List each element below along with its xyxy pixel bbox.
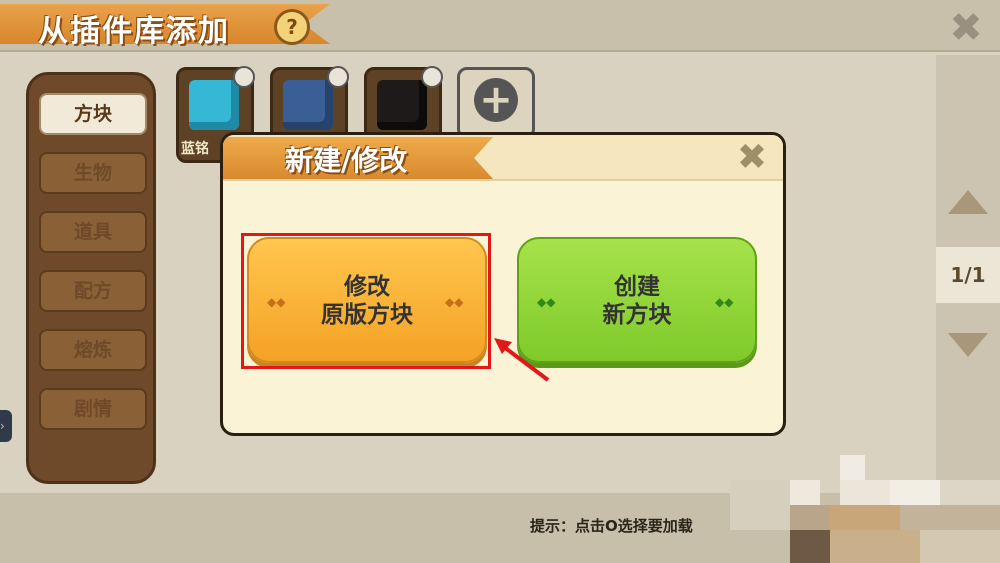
plugin-library-screen: 从插件库添加 ? ✖ 方块 生物 道具 配方 熔炼 剧情 蓝铭 + 1/1 › … <box>0 0 1000 563</box>
select-badge[interactable] <box>327 66 349 88</box>
page-title: 从插件库添加 <box>38 14 230 49</box>
plus-icon: + <box>474 78 518 122</box>
diamond-decor-icon: ◆◆ <box>537 295 556 309</box>
dialog-title: 新建/修改 <box>285 144 408 177</box>
sidebar-item-smelting[interactable]: 熔炼 <box>39 329 147 371</box>
highlight-box <box>241 233 491 369</box>
diamond-block-icon <box>189 80 239 130</box>
sidebar-item-items[interactable]: 道具 <box>39 211 147 253</box>
sidebar-item-blocks[interactable]: 方块 <box>39 93 147 135</box>
mosaic-watermark <box>730 455 1000 563</box>
sidebar-item-creatures[interactable]: 生物 <box>39 152 147 194</box>
category-sidebar: 方块 生物 道具 配方 熔炼 剧情 <box>26 72 156 484</box>
add-block-button[interactable]: + <box>457 67 535 139</box>
pointer-arrow-icon <box>494 338 550 382</box>
select-badge[interactable] <box>421 66 443 88</box>
tile-label: 蓝铭 <box>181 141 209 157</box>
side-expand-tab[interactable]: › <box>0 410 12 442</box>
page-up-icon[interactable] <box>948 190 988 214</box>
select-badge[interactable] <box>233 66 255 88</box>
lapis-block-icon <box>283 80 333 130</box>
page-indicator: 1/1 <box>936 247 1000 303</box>
close-icon[interactable]: ✖ <box>948 8 984 48</box>
sidebar-item-recipes[interactable]: 配方 <box>39 270 147 312</box>
help-button[interactable]: ? <box>274 9 310 45</box>
obsidian-block-icon <box>377 80 427 130</box>
dialog-close-icon[interactable]: ✖ <box>735 140 769 176</box>
sidebar-item-story[interactable]: 剧情 <box>39 388 147 430</box>
diamond-decor-icon: ◆◆ <box>715 295 734 309</box>
page-down-icon[interactable] <box>948 333 988 357</box>
hint-text: 提示：点击O选择要加载 <box>530 517 693 535</box>
title-bar: 从插件库添加 ? ✖ <box>0 0 1000 52</box>
